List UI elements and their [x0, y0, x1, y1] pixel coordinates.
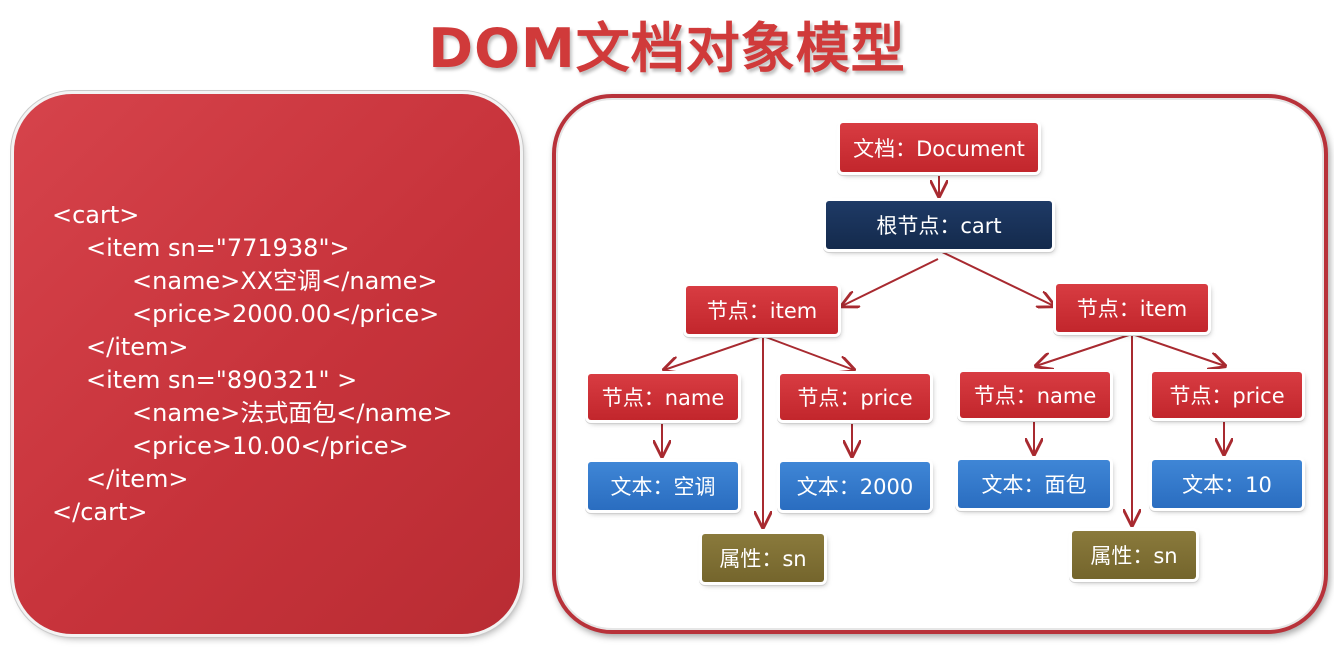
node-name-2: 节点：name [960, 372, 1110, 418]
edge-item2-name [1036, 333, 1133, 366]
node-document: 文档：Document [840, 123, 1038, 172]
node-item-2: 节点：item [1056, 284, 1208, 332]
node-price-1: 节点：price [780, 374, 930, 420]
node-text-mianbao: 文本：面包 [958, 460, 1110, 508]
node-text-10: 文本：10 [1152, 460, 1302, 508]
edge-item2-price [1131, 333, 1225, 366]
edge-item1-name [664, 335, 764, 370]
edge-item1-price [762, 335, 854, 370]
node-price-2: 节点：price [1152, 372, 1302, 418]
node-attribute-sn-2: 属性：sn [1072, 531, 1196, 579]
node-attribute-sn-1: 属性：sn [702, 534, 824, 582]
node-item-1: 节点：item [686, 286, 838, 334]
edge-root-item2 [939, 250, 1054, 306]
edge-root-item1 [842, 258, 939, 306]
node-text-kongtiao: 文本：空调 [588, 462, 738, 510]
node-text-2000: 文本：2000 [780, 462, 930, 510]
node-root-cart: 根节点：cart [826, 201, 1052, 249]
node-name-1: 节点：name [588, 374, 738, 420]
